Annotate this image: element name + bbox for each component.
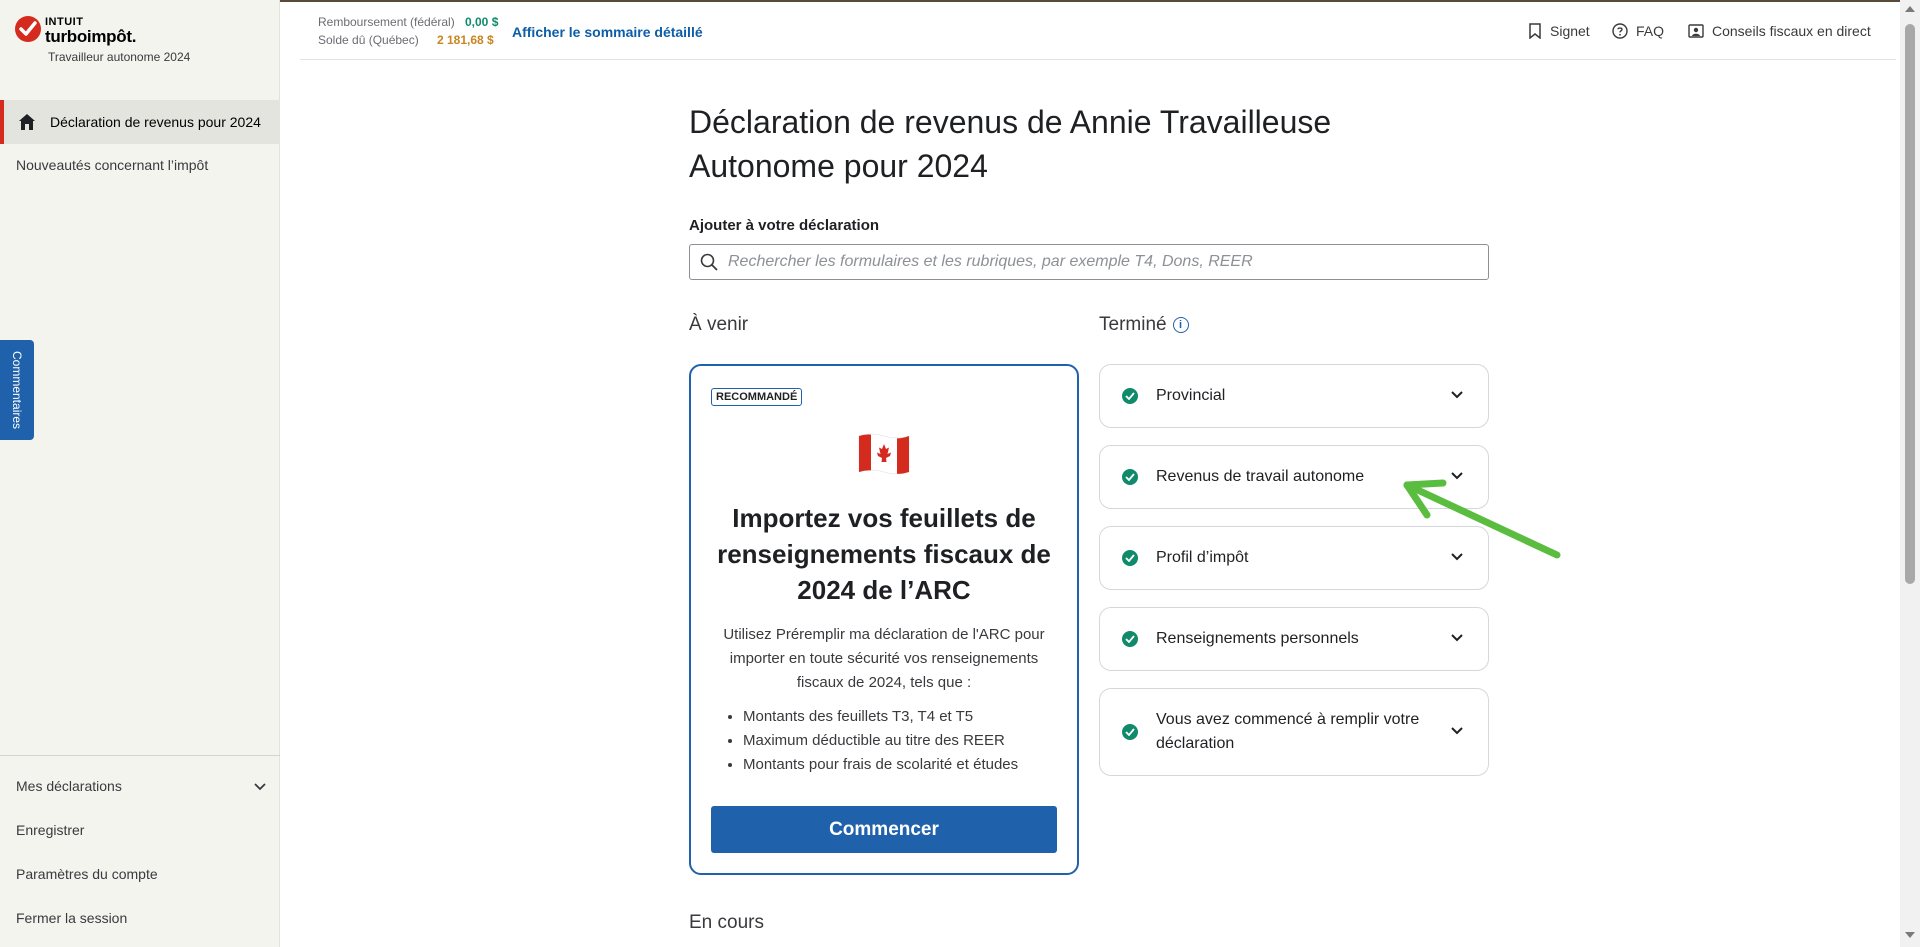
sidebar-item-sign-out[interactable]: Fermer la session: [16, 910, 127, 926]
sidebar: INTUIT turboimpôt. Travailleur autonome …: [0, 0, 280, 947]
refund-label: Remboursement (fédéral): [318, 15, 455, 29]
check-circle-icon: [1122, 724, 1138, 740]
sidebar-item-tax-return[interactable]: Déclaration de revenus pour 2024: [0, 100, 280, 144]
scrollbar[interactable]: [1900, 0, 1920, 947]
help-icon: [1612, 23, 1628, 39]
sidebar-item-my-returns[interactable]: Mes déclarations: [16, 778, 122, 794]
sidebar-item-account-settings[interactable]: Paramètres du compte: [16, 866, 158, 882]
card-bullet-list: Montants des feuillets T3, T4 et T5 Maxi…: [743, 705, 1063, 777]
live-advice-button[interactable]: Conseils fiscaux en direct: [1688, 23, 1871, 39]
info-icon[interactable]: i: [1172, 317, 1189, 333]
faq-button[interactable]: FAQ: [1612, 23, 1664, 39]
search-box[interactable]: [689, 244, 1489, 280]
refund-value: 0,00 $: [465, 15, 499, 29]
chevron-down-icon[interactable]: [1450, 726, 1464, 736]
completed-item-provincial[interactable]: Provincial: [1099, 364, 1489, 428]
chevron-down-icon[interactable]: [1450, 633, 1464, 643]
list-item: Maximum déductible au titre des REER: [743, 729, 1063, 753]
sidebar-item-news[interactable]: Nouveautés concernant l’impôt: [16, 157, 208, 173]
completed-item-personal-info[interactable]: Renseignements personnels: [1099, 607, 1489, 671]
annotation-arrow-icon: [1403, 479, 1561, 559]
completed-item-label: Revenus de travail autonome: [1156, 468, 1365, 485]
feedback-tab[interactable]: Commentaires: [0, 340, 34, 440]
checkmark-logo-icon: [15, 16, 41, 42]
chevron-down-icon[interactable]: [253, 782, 267, 792]
balance-label: Solde dû (Québec): [318, 33, 419, 47]
completed-item-label: Renseignements personnels: [1156, 630, 1359, 647]
page-title: Déclaration de revenus de Annie Travaill…: [689, 104, 1332, 184]
scroll-up-icon[interactable]: [1905, 6, 1915, 12]
check-circle-icon: [1122, 469, 1138, 485]
brand-name: turboimpôt.: [45, 27, 137, 46]
expert-icon: [1688, 24, 1704, 38]
card-title: Importez vos feuillets de renseignements…: [717, 503, 1051, 605]
bookmark-button[interactable]: Signet: [1528, 23, 1590, 39]
done-heading: Terminé i: [1099, 314, 1189, 336]
completed-item-started-return[interactable]: Vous avez commencé à remplir votre décla…: [1099, 688, 1489, 776]
header: Remboursement (fédéral) 0,00 $ Solde dû …: [300, 2, 1896, 60]
upcoming-heading: À venir: [689, 314, 748, 336]
recommended-badge: RECOMMANDÉ: [711, 388, 803, 406]
faq-label: FAQ: [1636, 23, 1665, 39]
bookmark-label: Signet: [1550, 23, 1590, 39]
canada-flag-icon: [858, 433, 910, 475]
in-progress-heading: En cours: [689, 912, 764, 933]
live-advice-label: Conseils fiscaux en direct: [1712, 23, 1871, 39]
check-circle-icon: [1122, 550, 1138, 566]
check-circle-icon: [1122, 388, 1138, 404]
upcoming-heading-label: À venir: [689, 314, 749, 335]
summary-link[interactable]: Afficher le sommaire détaillé: [512, 24, 703, 40]
recommended-card: RECOMMANDÉ Importez vos feuillets de ren…: [689, 364, 1079, 875]
sidebar-bottom-divider: [0, 755, 280, 756]
completed-item-label: Profil d’impôt: [1156, 549, 1249, 566]
sidebar-item-label: Déclaration de revenus pour 2024: [50, 114, 261, 130]
home-icon: [19, 114, 35, 130]
balance-value: 2 181,68 $: [437, 33, 494, 47]
bookmark-icon: [1529, 23, 1541, 39]
add-to-return-label: Ajouter à votre déclaration: [689, 217, 880, 234]
completed-item-label: Vous avez commencé à remplir votre décla…: [1156, 711, 1420, 752]
check-circle-icon: [1122, 631, 1138, 647]
start-button[interactable]: Commencer: [711, 806, 1057, 853]
product-name: Travailleur autonome 2024: [48, 50, 191, 64]
search-icon: [700, 253, 718, 271]
search-input[interactable]: [728, 253, 1468, 271]
list-item: Montants des feuillets T3, T4 et T5: [743, 705, 1063, 729]
scroll-down-icon[interactable]: [1905, 932, 1915, 938]
scroll-thumb[interactable]: [1905, 24, 1915, 584]
sidebar-item-save[interactable]: Enregistrer: [16, 822, 84, 838]
chevron-down-icon[interactable]: [1450, 390, 1464, 400]
done-heading-label: Terminé: [1099, 314, 1167, 335]
completed-item-label: Provincial: [1156, 387, 1226, 404]
list-item: Montants pour frais de scolarité et étud…: [743, 753, 1063, 777]
card-description: Utilisez Préremplir ma déclaration de l'…: [723, 626, 1045, 691]
logo[interactable]: INTUIT turboimpôt. Travailleur autonome …: [15, 14, 275, 70]
